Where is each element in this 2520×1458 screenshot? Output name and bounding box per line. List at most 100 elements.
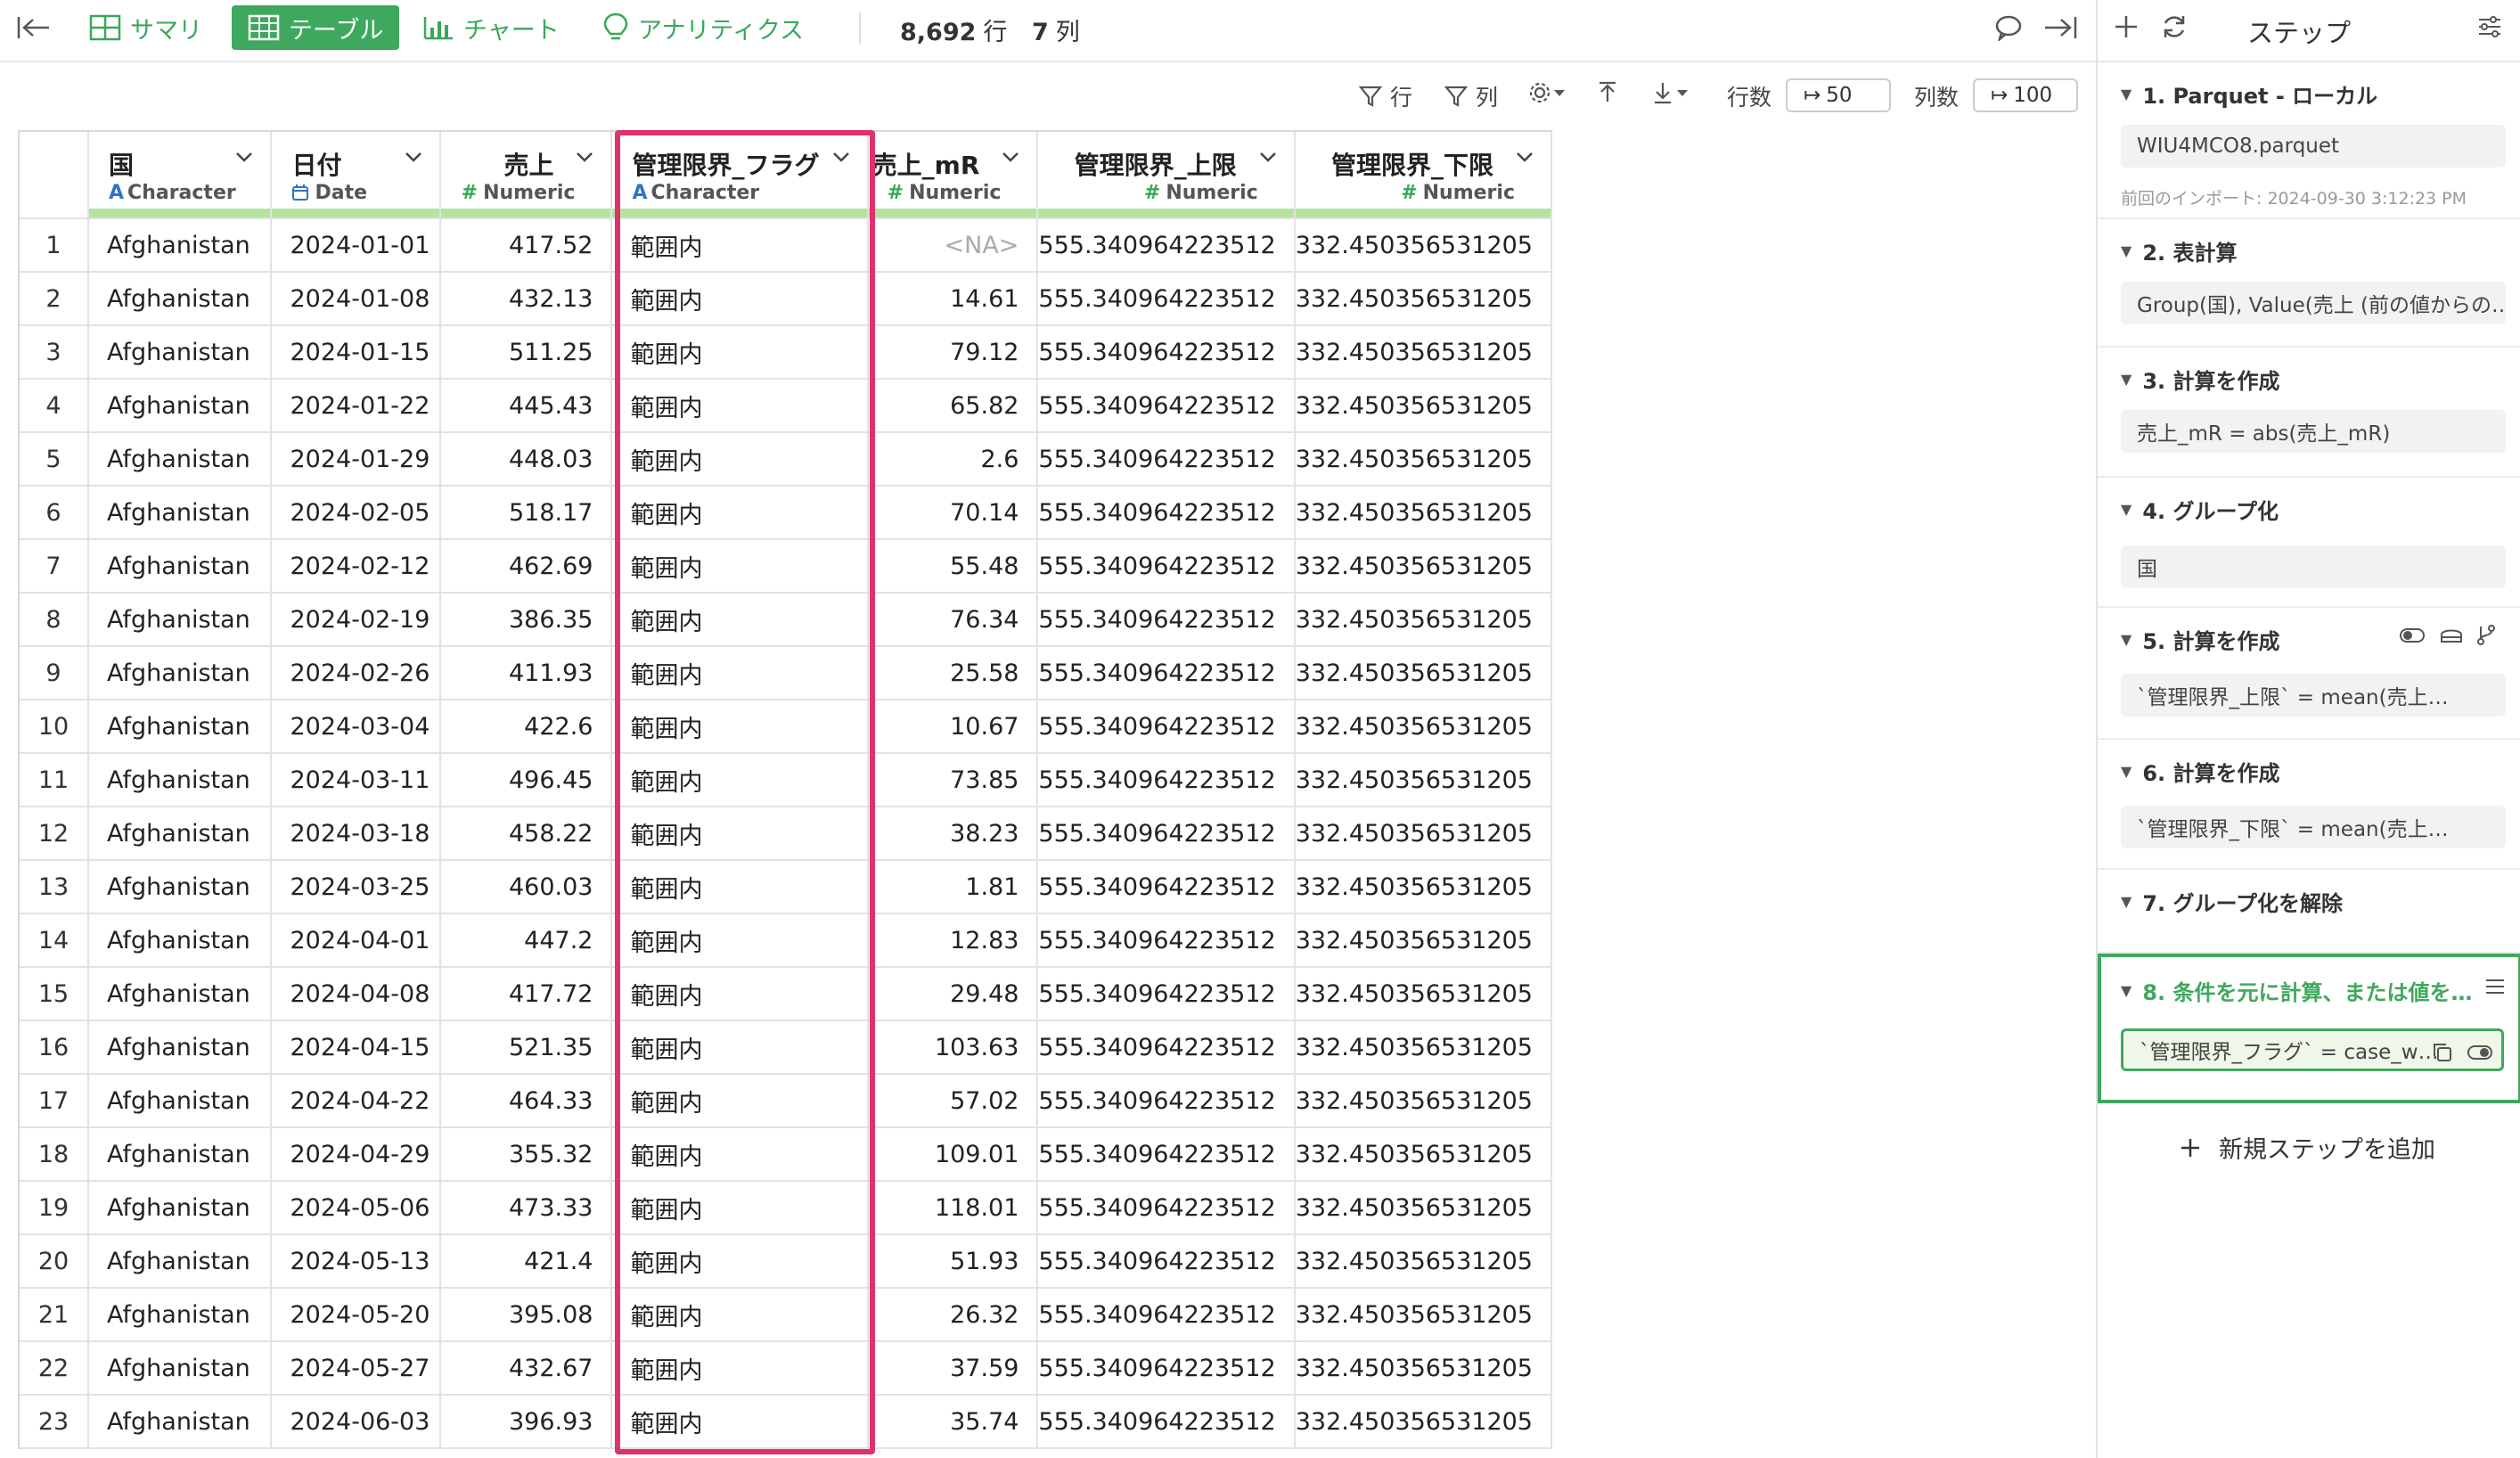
table-row[interactable]: 23 Afghanistan 2024-06-03 396.93 範囲内 35.74 555… (20, 1395, 1553, 1449)
column-header[interactable]: 管理限界_フラグ A Character (611, 132, 870, 219)
table-cell[interactable]: 555.340964223512 (1037, 325, 1296, 380)
table-cell[interactable]: 432.13 (440, 272, 613, 326)
table-cell[interactable]: 範囲内 (611, 539, 870, 594)
table-cell[interactable]: 2024-03-11 (271, 753, 442, 807)
chevron-down-icon[interactable] (1001, 150, 1020, 168)
table-cell[interactable]: 範囲内 (611, 753, 870, 807)
row-number[interactable]: 8 (20, 593, 90, 647)
row-number[interactable]: 16 (20, 1020, 90, 1075)
table-cell[interactable]: 447.2 (440, 913, 613, 968)
table-cell[interactable]: 395.08 (440, 1288, 613, 1342)
table-cell[interactable]: 332.450356531205 (1294, 1288, 1553, 1342)
table-cell[interactable]: 14.61 (868, 272, 1039, 326)
row-number[interactable]: 4 (20, 379, 90, 433)
tab-chart[interactable]: チャート (422, 5, 560, 50)
chevron-down-icon[interactable] (404, 150, 423, 168)
table-cell[interactable]: Afghanistan (88, 753, 273, 807)
table-cell[interactable]: 73.85 (868, 753, 1039, 807)
cols-count-input[interactable]: ↦ 100 (1973, 78, 2078, 112)
table-cell[interactable]: 範囲内 (611, 967, 870, 1021)
table-row[interactable]: 21 Afghanistan 2024-05-20 395.08 範囲内 26.32 555… (20, 1288, 1553, 1342)
table-cell[interactable]: 555.340964223512 (1037, 1127, 1296, 1182)
table-cell[interactable]: 332.450356531205 (1294, 967, 1553, 1021)
table-cell[interactable]: 25.58 (868, 646, 1039, 700)
table-row[interactable]: 4 Afghanistan 2024-01-22 445.43 範囲内 65.82 555.… (20, 379, 1553, 433)
table-cell[interactable]: 2024-01-29 (271, 432, 442, 487)
table-cell[interactable]: 555.340964223512 (1037, 1395, 1296, 1449)
table-cell[interactable]: 332.450356531205 (1294, 379, 1553, 433)
table-cell[interactable]: 38.23 (868, 807, 1039, 861)
sliders-icon[interactable] (2475, 12, 2504, 45)
table-cell[interactable]: Afghanistan (88, 860, 273, 914)
row-number[interactable]: 17 (20, 1074, 90, 1128)
tab-table[interactable]: テーブル (232, 5, 400, 50)
table-row[interactable]: 11 Afghanistan 2024-03-11 496.45 範囲内 73.85 555… (20, 753, 1553, 807)
table-cell[interactable]: 76.34 (868, 593, 1039, 647)
tab-analytics[interactable]: アナリティクス (602, 5, 804, 50)
table-cell[interactable]: 2024-03-04 (271, 700, 442, 754)
table-cell[interactable]: 555.340964223512 (1037, 646, 1296, 700)
table-cell[interactable]: 2024-01-08 (271, 272, 442, 326)
column-header[interactable]: 国 A Character (88, 132, 273, 219)
table-cell[interactable]: 355.32 (440, 1127, 613, 1182)
menu-icon[interactable] (2484, 977, 2506, 1000)
table-cell[interactable]: 332.450356531205 (1294, 539, 1553, 594)
table-cell[interactable]: 555.340964223512 (1037, 1341, 1296, 1396)
table-cell[interactable]: Afghanistan (88, 1127, 273, 1182)
add-icon[interactable] (2112, 12, 2140, 45)
table-cell[interactable]: 417.52 (440, 218, 613, 273)
row-number[interactable]: 23 (20, 1395, 90, 1449)
table-cell[interactable]: 2024-04-29 (271, 1127, 442, 1182)
table-cell[interactable]: 555.340964223512 (1037, 1020, 1296, 1075)
column-header[interactable]: 管理限界_上限 # Numeric (1037, 132, 1296, 219)
table-cell[interactable]: 2024-01-01 (271, 218, 442, 273)
row-number[interactable]: 5 (20, 432, 90, 487)
table-cell[interactable]: 332.450356531205 (1294, 272, 1553, 326)
table-cell[interactable]: 35.74 (868, 1395, 1039, 1449)
table-cell[interactable]: 555.340964223512 (1037, 218, 1296, 273)
table-cell[interactable]: 464.33 (440, 1074, 613, 1128)
table-cell[interactable]: 範囲内 (611, 1341, 870, 1396)
table-cell[interactable]: 332.450356531205 (1294, 913, 1553, 968)
table-cell[interactable]: Afghanistan (88, 539, 273, 594)
row-number[interactable]: 18 (20, 1127, 90, 1182)
table-row[interactable]: 13 Afghanistan 2024-03-25 460.03 範囲内 1.81 555.… (20, 860, 1553, 914)
table-cell[interactable]: Afghanistan (88, 1020, 273, 1075)
table-cell[interactable]: 109.01 (868, 1127, 1039, 1182)
table-cell[interactable]: 2024-05-27 (271, 1341, 442, 1396)
table-cell[interactable]: 範囲内 (611, 646, 870, 700)
table-row[interactable]: 16 Afghanistan 2024-04-15 521.35 範囲内 103.63 55… (20, 1020, 1553, 1075)
branch-icon[interactable] (2475, 624, 2497, 651)
table-cell[interactable]: Afghanistan (88, 593, 273, 647)
table-cell[interactable]: 範囲内 (611, 860, 870, 914)
row-number[interactable]: 15 (20, 967, 90, 1021)
table-cell[interactable]: 555.340964223512 (1037, 1288, 1296, 1342)
add-step-button[interactable]: 新規ステップを追加 (2178, 1130, 2435, 1165)
table-cell[interactable]: Afghanistan (88, 967, 273, 1021)
table-cell[interactable]: 555.340964223512 (1037, 539, 1296, 594)
step-3[interactable]: ▼ 3. 計算を作成 売上_mR = abs(売上_mR) (2098, 348, 2520, 478)
table-row[interactable]: 17 Afghanistan 2024-04-22 464.33 範囲内 57.02 555… (20, 1074, 1553, 1128)
table-cell[interactable]: Afghanistan (88, 700, 273, 754)
table-cell[interactable]: 範囲内 (611, 325, 870, 380)
column-header[interactable]: 管理限界_下限 # Numeric (1294, 132, 1553, 219)
table-cell[interactable]: 332.450356531205 (1294, 1395, 1553, 1449)
table-cell[interactable]: 445.43 (440, 379, 613, 433)
table-cell[interactable]: Afghanistan (88, 807, 273, 861)
table-cell[interactable]: Afghanistan (88, 913, 273, 968)
table-cell[interactable]: <NA> (868, 218, 1039, 273)
table-cell[interactable]: 422.6 (440, 700, 613, 754)
row-number[interactable]: 11 (20, 753, 90, 807)
rows-count-input[interactable]: ↦ 50 (1786, 78, 1891, 112)
table-cell[interactable]: 462.69 (440, 539, 613, 594)
table-cell[interactable]: 521.35 (440, 1020, 613, 1075)
table-cell[interactable]: 555.340964223512 (1037, 913, 1296, 968)
table-cell[interactable]: 範囲内 (611, 379, 870, 433)
table-cell[interactable]: 496.45 (440, 753, 613, 807)
filter-rows-button[interactable]: 行 (1358, 80, 1412, 112)
row-number[interactable]: 14 (20, 913, 90, 968)
table-row[interactable]: 12 Afghanistan 2024-03-18 458.22 範囲内 38.23 555… (20, 807, 1553, 861)
table-row[interactable]: 10 Afghanistan 2024-03-04 422.6 範囲内 10.67 555.… (20, 700, 1553, 754)
step-6[interactable]: ▼ 6. 計算を作成 `管理限界_下限` = mean(売上… (2098, 740, 2520, 870)
copy-icon[interactable] (2431, 1041, 2454, 1068)
